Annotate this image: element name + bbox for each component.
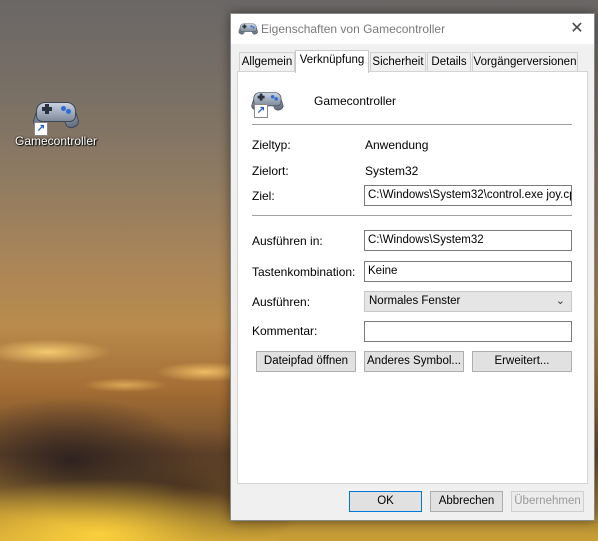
- desktop-shortcut-gamecontroller[interactable]: ↗ Gamecontroller: [10, 96, 102, 148]
- kommentar-field[interactable]: [364, 321, 572, 342]
- zielort-value: System32: [365, 164, 419, 178]
- tab-details[interactable]: Details: [427, 52, 471, 72]
- properties-dialog: Eigenschaften von Gamecontroller ✕ Allge…: [230, 13, 595, 521]
- gamepad-icon: ↗: [250, 88, 294, 122]
- tastenkombination-field[interactable]: Keine: [364, 261, 572, 282]
- tab-panel-verknuepfung: ↗ Gamecontroller Zieltyp: Anwendung Ziel…: [237, 71, 588, 484]
- anderes-symbol-button[interactable]: Anderes Symbol...: [364, 351, 464, 372]
- close-icon[interactable]: ✕: [560, 14, 594, 44]
- chevron-down-icon: ⌄: [555, 295, 565, 307]
- tastenkombination-label: Tastenkombination:: [252, 265, 356, 279]
- divider: [252, 215, 572, 216]
- tab-sicherheit[interactable]: Sicherheit: [370, 52, 426, 72]
- ausfuehren-label: Ausführen:: [252, 295, 311, 309]
- shortcut-arrow-icon: ↗: [34, 122, 48, 136]
- shortcut-arrow-icon: ↗: [254, 104, 268, 118]
- window-title: Eigenschaften von Gamecontroller: [261, 22, 446, 36]
- uebernehmen-button[interactable]: Übernehmen: [511, 491, 584, 512]
- tab-verknuepfung[interactable]: Verknüpfung: [295, 50, 369, 73]
- divider: [252, 124, 572, 125]
- kommentar-label: Kommentar:: [252, 324, 318, 338]
- ausfuehren-selected: Normales Fenster: [369, 295, 461, 307]
- desktop-icon-label: Gamecontroller: [14, 134, 98, 148]
- ausfuehren-in-label: Ausführen in:: [252, 234, 323, 248]
- ok-button[interactable]: OK: [349, 491, 422, 512]
- shortcut-name: Gamecontroller: [314, 94, 397, 108]
- gamepad-icon: ↗: [31, 96, 81, 136]
- dateipfad-oeffnen-button[interactable]: Dateipfad öffnen: [256, 351, 356, 372]
- tab-allgemein[interactable]: Allgemein: [239, 52, 295, 72]
- ausfuehren-in-field[interactable]: C:\Windows\System32: [364, 230, 572, 251]
- title-bar[interactable]: Eigenschaften von Gamecontroller ✕: [231, 14, 594, 44]
- zieltyp-label: Zieltyp:: [252, 138, 291, 152]
- ziel-field[interactable]: C:\Windows\System32\control.exe joy.cpl: [364, 185, 572, 206]
- abbrechen-button[interactable]: Abbrechen: [430, 491, 503, 512]
- tab-vorgaengerversionen[interactable]: Vorgängerversionen: [472, 52, 578, 72]
- erweitert-button[interactable]: Erweitert...: [472, 351, 572, 372]
- zieltyp-value: Anwendung: [365, 138, 429, 152]
- zielort-label: Zielort:: [252, 164, 289, 178]
- gamepad-icon: [237, 21, 259, 37]
- ausfuehren-dropdown[interactable]: Normales Fenster ⌄: [364, 291, 572, 312]
- ziel-label: Ziel:: [252, 189, 275, 203]
